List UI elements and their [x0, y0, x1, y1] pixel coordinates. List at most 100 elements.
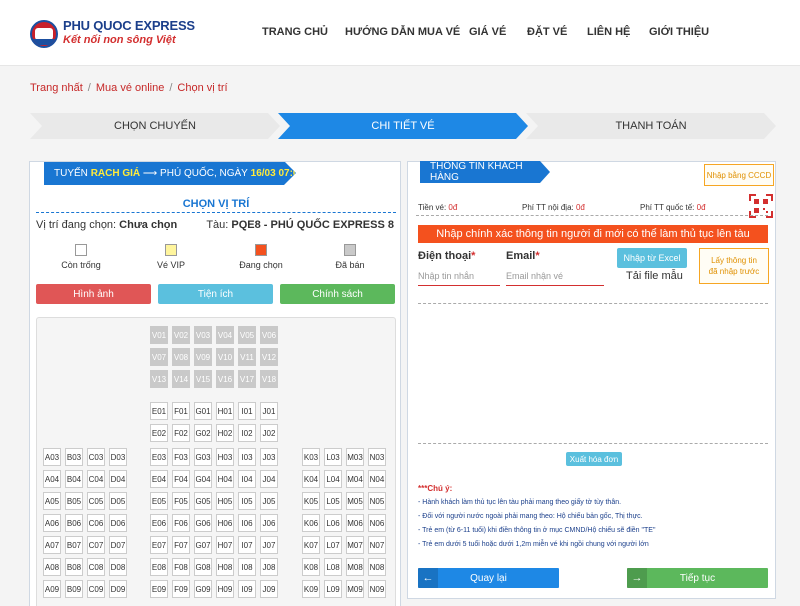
seat-i04[interactable]: I04 [238, 470, 256, 488]
seat-j06[interactable]: J06 [260, 514, 278, 532]
seat-a07[interactable]: A07 [43, 536, 61, 554]
seat-i06[interactable]: I06 [238, 514, 256, 532]
seat-h04[interactable]: H04 [216, 470, 234, 488]
import-excel-button[interactable]: Nhập từ Excel [617, 248, 687, 268]
seat-l04[interactable]: L04 [324, 470, 342, 488]
seat-i08[interactable]: I08 [238, 558, 256, 576]
seat-e09[interactable]: E09 [150, 580, 168, 598]
seat-d04[interactable]: D04 [109, 470, 127, 488]
seat-f02[interactable]: F02 [172, 424, 190, 442]
email-input[interactable] [506, 266, 604, 286]
seat-l07[interactable]: L07 [324, 536, 342, 554]
seat-i03[interactable]: I03 [238, 448, 256, 466]
seat-g04[interactable]: G04 [194, 470, 212, 488]
back-button[interactable]: ← Quay lại [418, 568, 559, 588]
seat-c05[interactable]: C05 [87, 492, 105, 510]
seat-b05[interactable]: B05 [65, 492, 83, 510]
download-template-link[interactable]: Tải file mẫu [626, 270, 683, 282]
seat-l06[interactable]: L06 [324, 514, 342, 532]
breadcrumb-home[interactable]: Trang nhất [30, 82, 83, 94]
nav-item-about[interactable]: GIỚI THIỆU [649, 26, 709, 38]
seat-f03[interactable]: F03 [172, 448, 190, 466]
policy-button[interactable]: Chính sách [280, 284, 395, 304]
seat-f07[interactable]: F07 [172, 536, 190, 554]
seat-d08[interactable]: D08 [109, 558, 127, 576]
seat-b06[interactable]: B06 [65, 514, 83, 532]
seat-c06[interactable]: C06 [87, 514, 105, 532]
seat-k09[interactable]: K09 [302, 580, 320, 598]
seat-b09[interactable]: B09 [65, 580, 83, 598]
seat-n05[interactable]: N05 [368, 492, 386, 510]
seat-c07[interactable]: C07 [87, 536, 105, 554]
seat-k06[interactable]: K06 [302, 514, 320, 532]
seat-d09[interactable]: D09 [109, 580, 127, 598]
seat-g02[interactable]: G02 [194, 424, 212, 442]
seat-g08[interactable]: G08 [194, 558, 212, 576]
seat-m06[interactable]: M06 [346, 514, 364, 532]
seat-i02[interactable]: I02 [238, 424, 256, 442]
export-invoice-button[interactable]: Xuất hóa đơn [566, 452, 622, 466]
seat-e06[interactable]: E06 [150, 514, 168, 532]
nav-item-booking[interactable]: ĐẶT VÉ [527, 26, 567, 38]
seat-a03[interactable]: A03 [43, 448, 61, 466]
seat-h08[interactable]: H08 [216, 558, 234, 576]
seat-j08[interactable]: J08 [260, 558, 278, 576]
seat-h03[interactable]: H03 [216, 448, 234, 466]
nav-item-guide[interactable]: HƯỚNG DẪN MUA VÉ [345, 26, 460, 38]
seat-e01[interactable]: E01 [150, 402, 168, 420]
seat-j03[interactable]: J03 [260, 448, 278, 466]
seat-c08[interactable]: C08 [87, 558, 105, 576]
seat-h06[interactable]: H06 [216, 514, 234, 532]
seat-e02[interactable]: E02 [150, 424, 168, 442]
seat-j05[interactable]: J05 [260, 492, 278, 510]
images-button[interactable]: Hình ảnh [36, 284, 151, 304]
seat-b04[interactable]: B04 [65, 470, 83, 488]
seat-k04[interactable]: K04 [302, 470, 320, 488]
seat-b07[interactable]: B07 [65, 536, 83, 554]
seat-a08[interactable]: A08 [43, 558, 61, 576]
seat-n06[interactable]: N06 [368, 514, 386, 532]
seat-c04[interactable]: C04 [87, 470, 105, 488]
seat-h09[interactable]: H09 [216, 580, 234, 598]
phone-input[interactable] [418, 266, 500, 286]
prefill-info-button[interactable]: Lấy thông tin đã nhập trước [699, 248, 769, 284]
seat-e04[interactable]: E04 [150, 470, 168, 488]
seat-j02[interactable]: J02 [260, 424, 278, 442]
seat-a05[interactable]: A05 [43, 492, 61, 510]
seat-b03[interactable]: B03 [65, 448, 83, 466]
seat-m03[interactable]: M03 [346, 448, 364, 466]
seat-a04[interactable]: A04 [43, 470, 61, 488]
seat-n07[interactable]: N07 [368, 536, 386, 554]
cccd-input-button[interactable]: Nhập bằng CCCD [704, 164, 774, 186]
seat-f08[interactable]: F08 [172, 558, 190, 576]
seat-n08[interactable]: N08 [368, 558, 386, 576]
seat-m08[interactable]: M08 [346, 558, 364, 576]
seat-k05[interactable]: K05 [302, 492, 320, 510]
nav-item-home[interactable]: TRANG CHỦ [262, 26, 328, 38]
seat-c03[interactable]: C03 [87, 448, 105, 466]
seat-h07[interactable]: H07 [216, 536, 234, 554]
seat-i09[interactable]: I09 [238, 580, 256, 598]
seat-d05[interactable]: D05 [109, 492, 127, 510]
continue-button[interactable]: → Tiếp tục [627, 568, 768, 588]
seat-g03[interactable]: G03 [194, 448, 212, 466]
seat-j07[interactable]: J07 [260, 536, 278, 554]
seat-m04[interactable]: M04 [346, 470, 364, 488]
seat-i07[interactable]: I07 [238, 536, 256, 554]
seat-e07[interactable]: E07 [150, 536, 168, 554]
seat-m07[interactable]: M07 [346, 536, 364, 554]
seat-d06[interactable]: D06 [109, 514, 127, 532]
seat-c09[interactable]: C09 [87, 580, 105, 598]
seat-e08[interactable]: E08 [150, 558, 168, 576]
seat-f09[interactable]: F09 [172, 580, 190, 598]
seat-n09[interactable]: N09 [368, 580, 386, 598]
seat-l03[interactable]: L03 [324, 448, 342, 466]
seat-a06[interactable]: A06 [43, 514, 61, 532]
seat-e03[interactable]: E03 [150, 448, 168, 466]
seat-k08[interactable]: K08 [302, 558, 320, 576]
seat-g01[interactable]: G01 [194, 402, 212, 420]
seat-d07[interactable]: D07 [109, 536, 127, 554]
seat-g06[interactable]: G06 [194, 514, 212, 532]
seat-i05[interactable]: I05 [238, 492, 256, 510]
seat-n04[interactable]: N04 [368, 470, 386, 488]
